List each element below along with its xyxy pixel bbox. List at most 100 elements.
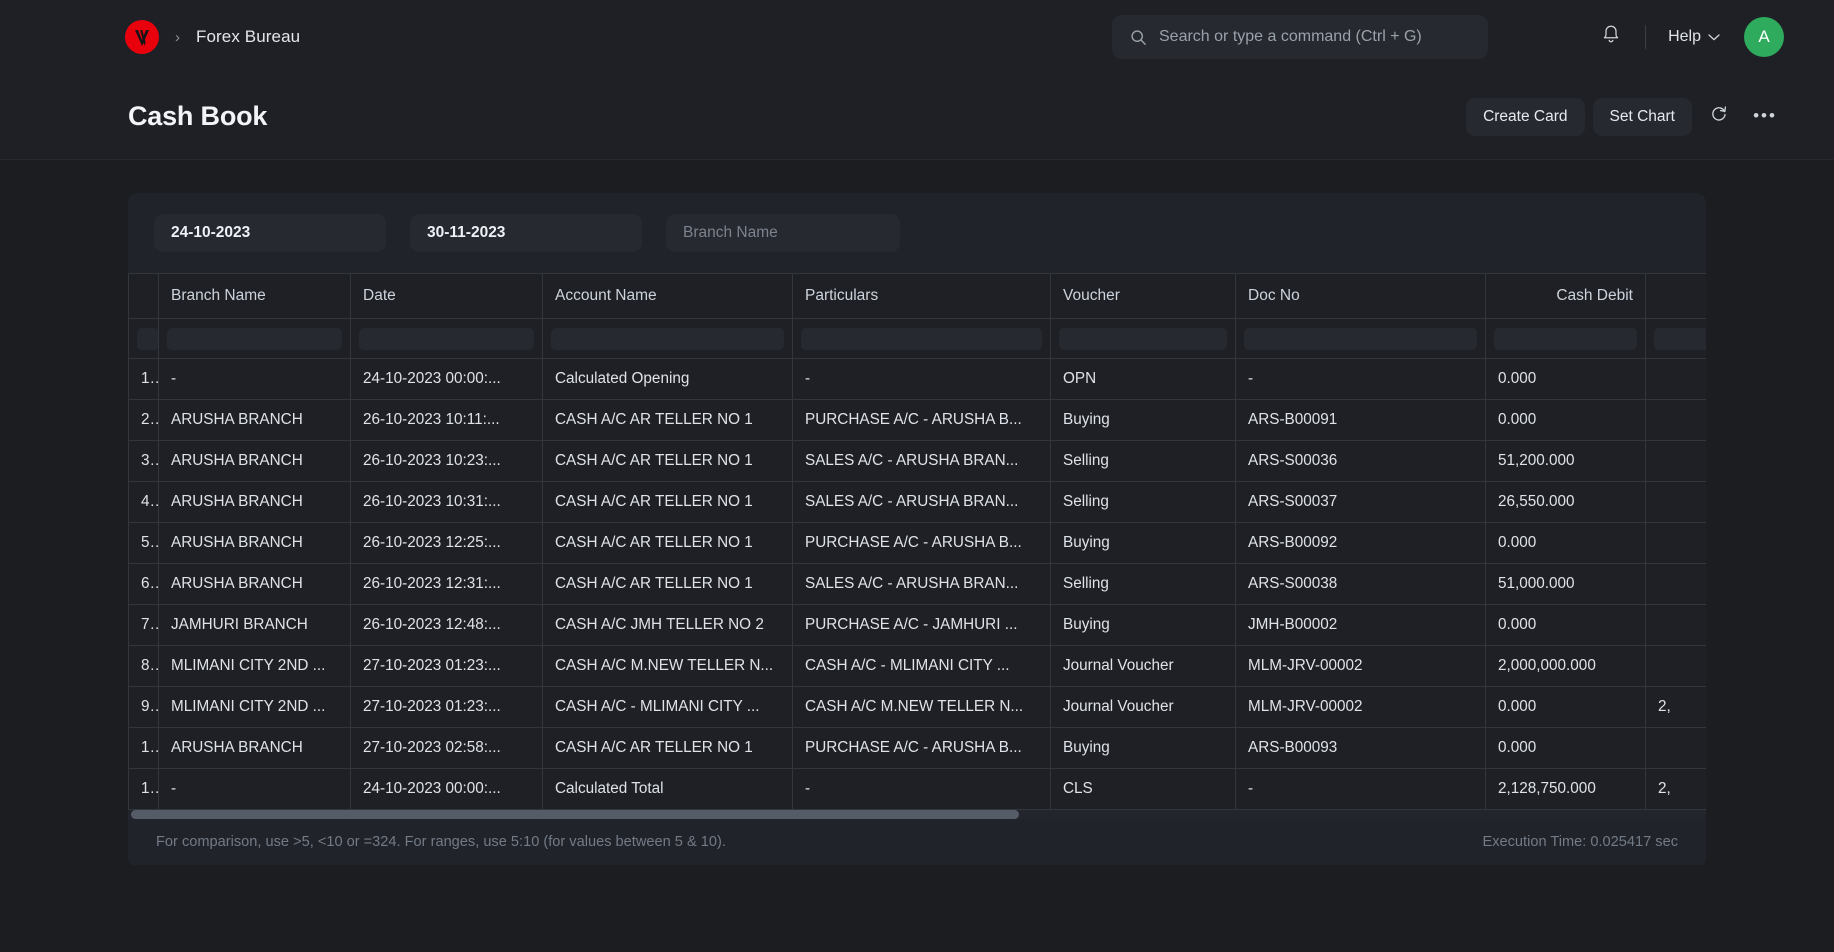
cell-account-name: CASH A/C AR TELLER NO 1 bbox=[542, 481, 793, 523]
cell-cash-debit: 0.000 bbox=[1485, 686, 1646, 728]
branch-name-input[interactable]: Branch Name bbox=[666, 214, 900, 252]
cell-doc-no: JMH-B00002 bbox=[1235, 604, 1486, 646]
chevron-down-icon bbox=[1708, 28, 1720, 46]
create-card-button[interactable]: Create Card bbox=[1466, 97, 1585, 136]
avatar[interactable]: A bbox=[1744, 17, 1784, 57]
col-header-voucher[interactable]: Voucher bbox=[1050, 273, 1236, 319]
cell-particulars: CASH A/C - MLIMANI CITY ... bbox=[792, 645, 1051, 687]
filter-cell-voucher[interactable] bbox=[1050, 318, 1236, 359]
to-date-input[interactable]: 30-11-2023 bbox=[410, 214, 642, 252]
cell-index: 1 bbox=[128, 358, 159, 400]
filter-cell-date[interactable] bbox=[350, 318, 543, 359]
cell-cash-credit bbox=[1645, 481, 1706, 523]
cell-date: 26-10-2023 12:25:... bbox=[350, 522, 543, 564]
col-header-cash-credit[interactable] bbox=[1645, 273, 1706, 319]
col-header-cash-debit[interactable]: Cash Debit bbox=[1485, 273, 1646, 319]
horizontal-scrollbar[interactable] bbox=[128, 810, 1706, 819]
cell-cash-credit bbox=[1645, 522, 1706, 564]
filter-input-account-name[interactable] bbox=[551, 327, 784, 350]
table-row[interactable]: 5 ARUSHA BRANCH 26-10-2023 12:25:... CASH A… bbox=[128, 522, 1706, 564]
filter-hint-text: For comparison, use >5, <10 or =324. For… bbox=[156, 834, 726, 850]
filter-cell-cash-debit[interactable] bbox=[1485, 318, 1646, 359]
col-header-account-name[interactable]: Account Name bbox=[542, 273, 793, 319]
cell-cash-credit bbox=[1645, 645, 1706, 687]
table-body: 1-24-10-2023 00:00:... Calculated Opening… bbox=[128, 318, 1706, 810]
cell-voucher: CLS bbox=[1050, 768, 1236, 810]
breadcrumb-separator-icon: › bbox=[175, 28, 180, 46]
filter-cell-particulars[interactable] bbox=[792, 318, 1051, 359]
cell-account-name: CASH A/C AR TELLER NO 1 bbox=[542, 440, 793, 482]
from-date-input[interactable]: 24-10-2023 bbox=[154, 214, 386, 252]
bell-icon bbox=[1601, 24, 1621, 50]
vasta-logo-icon[interactable] bbox=[125, 20, 159, 54]
filter-input-particulars[interactable] bbox=[801, 327, 1042, 350]
cell-cash-credit bbox=[1645, 440, 1706, 482]
filter-input-cash-debit[interactable] bbox=[1494, 327, 1637, 350]
horizontal-scrollbar-thumb[interactable] bbox=[131, 810, 1019, 819]
search-input[interactable]: Search or type a command (Ctrl + G) bbox=[1112, 15, 1488, 59]
cell-cash-debit: 0.000 bbox=[1485, 358, 1646, 400]
cell-voucher: Journal Voucher bbox=[1050, 686, 1236, 728]
table-row-total[interactable]: 1...-24-10-2023 00:00:...Calculated Tota… bbox=[128, 768, 1706, 810]
search-placeholder: Search or type a command (Ctrl + G) bbox=[1159, 28, 1422, 45]
more-options-button[interactable]: ••• bbox=[1746, 97, 1784, 136]
cell-doc-no: ARS-S00036 bbox=[1235, 440, 1486, 482]
cell-doc-no: MLM-JRV-00002 bbox=[1235, 645, 1486, 687]
cell-voucher: Buying bbox=[1050, 727, 1236, 769]
filter-input-cash-credit[interactable] bbox=[1654, 327, 1706, 350]
cell-voucher: Journal Voucher bbox=[1050, 645, 1236, 687]
table-row[interactable]: 4 ARUSHA BRANCH 26-10-2023 10:31:... CASH A… bbox=[128, 481, 1706, 523]
filter-input-date[interactable] bbox=[359, 327, 534, 350]
cell-cash-debit: 0.000 bbox=[1485, 727, 1646, 769]
refresh-button[interactable] bbox=[1700, 97, 1738, 136]
cell-cash-credit bbox=[1645, 358, 1706, 400]
help-menu-button[interactable]: Help bbox=[1660, 22, 1728, 52]
report-card: 24-10-2023 30-11-2023 Branch Name Branch… bbox=[128, 193, 1706, 865]
cell-index: 4 bbox=[128, 481, 159, 523]
filter-cell-account-name[interactable] bbox=[542, 318, 793, 359]
cell-particulars: SALES A/C - ARUSHA BRAN... bbox=[792, 563, 1051, 605]
column-filter-row bbox=[128, 318, 1706, 359]
cell-branch-name: ARUSHA BRANCH bbox=[158, 481, 351, 523]
notifications-button[interactable] bbox=[1591, 17, 1631, 57]
table-row[interactable]: 8 MLIMANI CITY 2ND ... 27-10-2023 01:23:..… bbox=[128, 645, 1706, 687]
filter-cell-doc-no[interactable] bbox=[1235, 318, 1486, 359]
filter-cell-branch-name[interactable] bbox=[158, 318, 351, 359]
cell-account-name: CASH A/C AR TELLER NO 1 bbox=[542, 727, 793, 769]
col-header-index[interactable] bbox=[128, 273, 159, 319]
cash-book-table: Branch Name Date Account Name Particular… bbox=[128, 273, 1706, 810]
filter-cell-index[interactable] bbox=[128, 318, 159, 359]
table-row[interactable]: 2 ARUSHA BRANCH 26-10-2023 10:11:... CASH A… bbox=[128, 399, 1706, 441]
table-row[interactable]: 7 JAMHURI BRANCH 26-10-2023 12:48:... CASH … bbox=[128, 604, 1706, 646]
col-header-date[interactable]: Date bbox=[350, 273, 543, 319]
table-row[interactable]: 3 ARUSHA BRANCH 26-10-2023 10:23:... CASH A… bbox=[128, 440, 1706, 482]
col-header-doc-no[interactable]: Doc No bbox=[1235, 273, 1486, 319]
from-date-value: 24-10-2023 bbox=[171, 224, 251, 241]
table-footer: For comparison, use >5, <10 or =324. For… bbox=[128, 819, 1706, 865]
breadcrumb-item-forex-bureau[interactable]: Forex Bureau bbox=[196, 27, 300, 47]
col-header-branch-name[interactable]: Branch Name bbox=[158, 273, 351, 319]
table-row[interactable]: 1-24-10-2023 00:00:... Calculated Opening… bbox=[128, 358, 1706, 400]
avatar-initial: A bbox=[1758, 27, 1770, 46]
table-row[interactable]: 9 MLIMANI CITY 2ND ... 27-10-2023 01:23:..… bbox=[128, 686, 1706, 728]
cell-account-name: Calculated Total bbox=[542, 768, 793, 810]
filter-cell-cash-credit[interactable] bbox=[1645, 318, 1706, 359]
page-header-actions: Create Card Set Chart ••• bbox=[1466, 97, 1784, 136]
col-header-particulars[interactable]: Particulars bbox=[792, 273, 1051, 319]
cell-particulars: - bbox=[792, 358, 1051, 400]
cell-particulars: CASH A/C M.NEW TELLER N... bbox=[792, 686, 1051, 728]
cell-date: 27-10-2023 02:58:... bbox=[350, 727, 543, 769]
filter-input-doc-no[interactable] bbox=[1244, 327, 1477, 350]
filter-input-branch-name[interactable] bbox=[167, 327, 342, 350]
cell-voucher: Selling bbox=[1050, 481, 1236, 523]
cell-cash-debit: 0.000 bbox=[1485, 522, 1646, 564]
set-chart-button[interactable]: Set Chart bbox=[1592, 97, 1692, 136]
cell-particulars: SALES A/C - ARUSHA BRAN... bbox=[792, 440, 1051, 482]
page-content: 24-10-2023 30-11-2023 Branch Name Branch… bbox=[0, 193, 1834, 865]
filter-input-index[interactable] bbox=[137, 327, 158, 350]
table-row[interactable]: 6 ARUSHA BRANCH 26-10-2023 12:31:... CASH A… bbox=[128, 563, 1706, 605]
filter-input-voucher[interactable] bbox=[1059, 327, 1227, 350]
cell-cash-debit: 51,000.000 bbox=[1485, 563, 1646, 605]
cell-index: 3 bbox=[128, 440, 159, 482]
table-row[interactable]: 1...ARUSHA BRANCH27-10-2023 02:58:...CAS… bbox=[128, 727, 1706, 769]
